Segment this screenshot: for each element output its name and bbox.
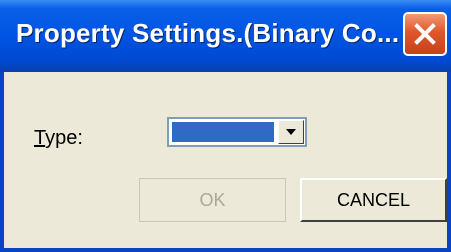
type-select-dropdown-button[interactable] [278, 120, 304, 144]
dialog-window: Property Settings.(Binary Co... Type: OK… [0, 0, 451, 252]
type-label-text: ype: [45, 127, 83, 149]
dialog-body: Type: OK CANCEL [4, 72, 447, 248]
cancel-button[interactable]: CANCEL [300, 178, 447, 222]
type-label: Type: [34, 127, 83, 150]
close-icon [414, 23, 436, 45]
title-bar[interactable]: Property Settings.(Binary Co... [0, 0, 451, 72]
type-select[interactable] [167, 117, 307, 147]
close-button[interactable] [403, 12, 447, 56]
chevron-down-icon [286, 129, 296, 135]
type-label-accesskey: T [34, 127, 46, 149]
type-select-value [172, 122, 274, 142]
window-title: Property Settings.(Binary Co... [16, 18, 400, 48]
ok-button[interactable]: OK [139, 178, 286, 222]
